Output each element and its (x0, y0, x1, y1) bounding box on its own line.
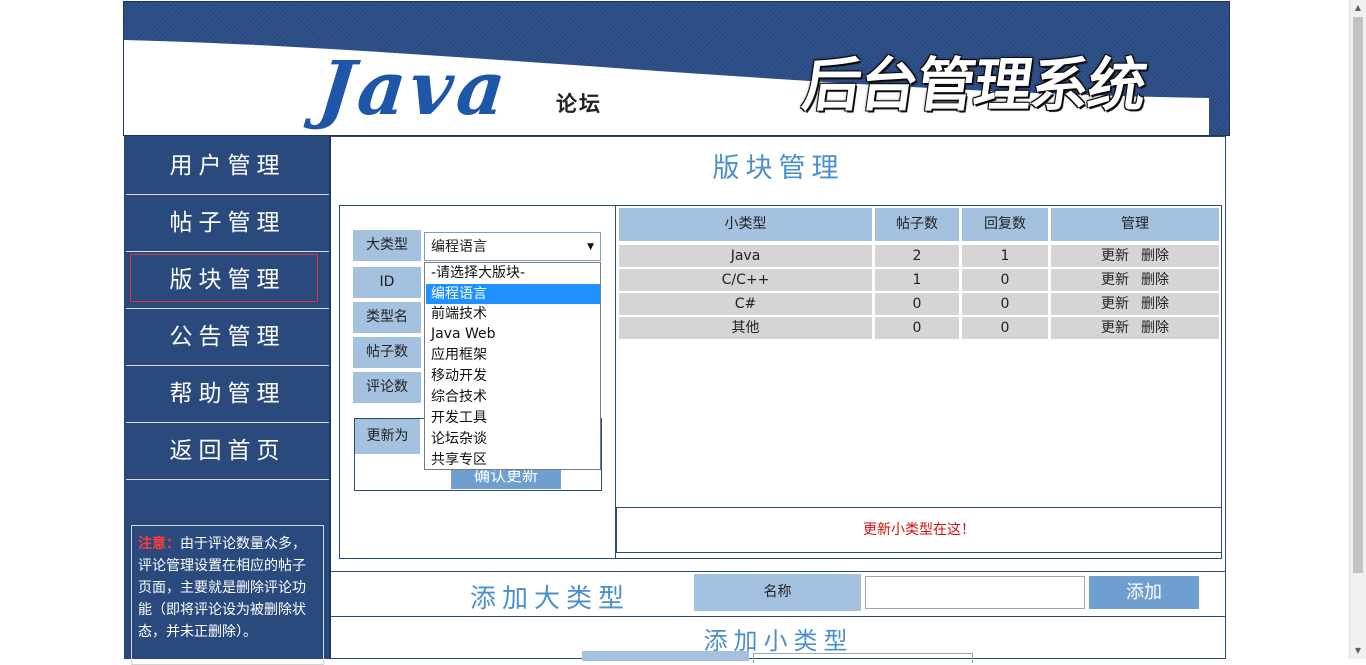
dropdown-option[interactable]: 移动开发 (426, 366, 600, 386)
dropdown-option-selected[interactable]: 编程语言 (426, 284, 600, 304)
scroll-up-arrow-icon[interactable]: ▲ (1350, 0, 1366, 16)
col-header-posts: 帖子数 (875, 208, 959, 241)
cell-replies: 0 (962, 269, 1048, 291)
system-title: 后台管理系统 (798, 51, 1151, 119)
sidebar-item-label: 帮助管理 (169, 381, 286, 407)
dropdown-arrow-icon: ▼ (587, 242, 594, 252)
dropdown-option[interactable]: -请选择大版块- (426, 263, 600, 283)
delete-link[interactable]: 删除 (1141, 248, 1169, 264)
cell-actions: 更新 删除 (1051, 269, 1219, 291)
cell-subtype: C/C++ (619, 269, 872, 291)
delete-link[interactable]: 删除 (1141, 320, 1169, 336)
big-type-dropdown[interactable]: -请选择大版块- 编程语言 前端技术 Java Web 应用框架 移动开发 综合… (424, 262, 601, 470)
cell-actions: 更新 删除 (1051, 293, 1219, 315)
cell-subtype: Java (619, 245, 872, 267)
dropdown-option[interactable]: 论坛杂谈 (426, 429, 600, 449)
logo-java: Java (314, 46, 514, 132)
update-link[interactable]: 更新 (1101, 320, 1129, 336)
sidebar-item-back-home[interactable]: 返回首页 (126, 423, 329, 480)
add-big-type-button[interactable]: 添加 (1089, 576, 1199, 609)
cell-posts: 1 (875, 269, 959, 291)
cell-subtype: C# (619, 293, 872, 315)
dropdown-option[interactable]: Java Web (426, 324, 600, 344)
small-type-input[interactable] (753, 653, 973, 663)
header-banner: Java 论坛 后台管理系统 (123, 1, 1230, 136)
delete-link[interactable]: 删除 (1141, 272, 1169, 288)
sidebar-note: 注意：由于评论数量众多，评论管理设置在相应的帖子页面，主要就是删除评论功能（即将… (131, 525, 324, 665)
cell-replies: 0 (962, 317, 1048, 339)
sidebar-item-post-management[interactable]: 帖子管理 (126, 195, 329, 252)
sidebar-item-label: 公告管理 (169, 324, 286, 350)
dropdown-option[interactable]: 综合技术 (426, 387, 600, 407)
col-header-replies: 回复数 (962, 208, 1048, 241)
dropdown-option[interactable]: 应用框架 (426, 345, 600, 365)
scroll-down-arrow-icon[interactable]: ▼ (1350, 643, 1366, 659)
add-small-type-title: 添加小类型 (703, 627, 854, 655)
type-name-label: 类型名 (353, 302, 421, 333)
cell-replies: 1 (962, 245, 1048, 267)
col-header-subtype: 小类型 (619, 208, 872, 241)
delete-link[interactable]: 删除 (1141, 296, 1169, 312)
update-to-label: 更新为 (355, 419, 420, 454)
small-type-label (582, 651, 749, 661)
dropdown-option[interactable]: 开发工具 (426, 408, 600, 428)
cell-posts: 0 (875, 293, 959, 315)
cell-actions: 更新 删除 (1051, 317, 1219, 339)
big-type-label: 大类型 (353, 230, 421, 261)
cell-posts: 2 (875, 245, 959, 267)
update-link[interactable]: 更新 (1101, 272, 1129, 288)
name-label: 名称 (694, 574, 861, 611)
comment-count-label: 评论数 (353, 372, 421, 403)
select-value: 编程语言 (431, 239, 487, 255)
id-label: ID (353, 267, 421, 298)
sidebar-item-board-management[interactable]: 版块管理 (126, 252, 329, 309)
cell-replies: 0 (962, 293, 1048, 315)
dropdown-option[interactable]: 共享专区 (426, 450, 600, 470)
cell-actions: 更新 删除 (1051, 245, 1219, 267)
big-type-select[interactable]: 编程语言 ▼ (424, 232, 601, 261)
sidebar-item-label: 帖子管理 (169, 210, 286, 236)
cell-posts: 0 (875, 317, 959, 339)
logo-forum-text: 论坛 (556, 92, 602, 116)
sidebar-item-label: 返回首页 (169, 438, 286, 464)
sidebar-item-announcement-management[interactable]: 公告管理 (126, 309, 329, 366)
add-big-type-title: 添加大类型 (470, 584, 631, 614)
sidebar-item-label: 用户管理 (169, 153, 286, 179)
page-title: 版块管理 (712, 153, 845, 184)
update-link[interactable]: 更新 (1101, 248, 1129, 264)
dropdown-option[interactable]: 前端技术 (426, 304, 600, 324)
scrollbar-thumb[interactable] (1353, 17, 1363, 573)
big-type-name-input[interactable] (865, 576, 1085, 609)
note-warning-label: 注意： (138, 536, 180, 552)
update-link[interactable]: 更新 (1101, 296, 1129, 312)
active-item-outline (130, 254, 318, 302)
col-header-manage: 管理 (1051, 208, 1219, 241)
post-count-label: 帖子数 (353, 337, 421, 368)
cell-subtype: 其他 (619, 317, 872, 339)
sidebar-item-help-management[interactable]: 帮助管理 (126, 366, 329, 423)
vertical-scrollbar[interactable]: ▲ ▼ (1349, 0, 1366, 659)
update-subtype-area: 更新小类型在这！ (616, 507, 1222, 553)
sidebar-item-user-management[interactable]: 用户管理 (126, 138, 329, 195)
